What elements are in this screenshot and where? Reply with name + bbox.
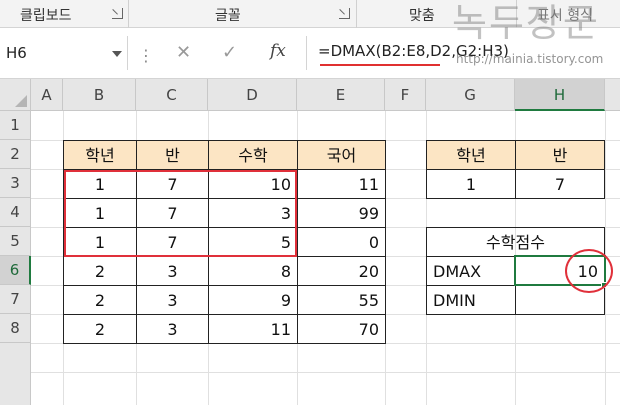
- table-cell[interactable]: 55: [297, 285, 386, 315]
- check-icon[interactable]: ✓: [222, 42, 237, 63]
- watermark-url: http://mainia.tistory.com: [456, 52, 604, 66]
- table-cell[interactable]: 70: [297, 314, 386, 344]
- formula-bar-divider: [306, 36, 307, 70]
- criteria-header-cell[interactable]: 반: [515, 140, 605, 170]
- row-header-6[interactable]: 6: [0, 256, 31, 285]
- column-header-e[interactable]: E: [297, 79, 385, 111]
- dialog-launcher-icon[interactable]: [339, 8, 350, 19]
- table-cell[interactable]: 2: [63, 285, 137, 315]
- criteria-value-cell[interactable]: 7: [515, 169, 605, 199]
- dialog-launcher-icon[interactable]: [112, 8, 123, 19]
- table-cell[interactable]: 0: [297, 227, 386, 257]
- criteria-header-cell[interactable]: 학년: [426, 140, 516, 170]
- table-cell[interactable]: 8: [208, 256, 298, 286]
- table-cell[interactable]: 2: [63, 314, 137, 344]
- name-box-value: H6: [6, 44, 27, 62]
- drag-handle-icon[interactable]: ⋮: [138, 46, 154, 65]
- ribbon-group-label: 맞춤: [409, 8, 435, 24]
- ribbon-group-label: 클립보드: [20, 8, 72, 24]
- table-header-cell[interactable]: 반: [136, 140, 209, 170]
- criteria-value-cell[interactable]: 1: [426, 169, 516, 199]
- table-cell[interactable]: 20: [297, 256, 386, 286]
- ribbon-group-clipboard: 클립보드: [0, 0, 129, 28]
- row-header-3[interactable]: 3: [0, 169, 31, 198]
- column-header-f[interactable]: F: [385, 79, 426, 111]
- table-cell[interactable]: 2: [63, 256, 137, 286]
- column-header-d[interactable]: D: [208, 79, 297, 111]
- watermark-logo: 녹두장군: [452, 1, 600, 45]
- name-box[interactable]: H6: [0, 36, 128, 70]
- table-cell[interactable]: 99: [297, 198, 386, 228]
- table-header-cell[interactable]: 학년: [63, 140, 137, 170]
- table-cell[interactable]: 3: [136, 285, 209, 315]
- column-header-c[interactable]: C: [136, 79, 208, 111]
- chevron-down-icon[interactable]: [112, 51, 122, 57]
- ribbon-group-label: 글꼴: [215, 8, 241, 24]
- row-header-5[interactable]: 5: [0, 227, 31, 256]
- table-header-cell[interactable]: 국어: [297, 140, 386, 170]
- column-header-h[interactable]: H: [515, 79, 605, 111]
- formula-underline-annotation: [320, 64, 440, 66]
- ribbon-group-font: 글꼴: [129, 0, 357, 28]
- highlight-box-annotation: [64, 170, 297, 257]
- gridline: [31, 372, 620, 373]
- table-cell[interactable]: 11: [208, 314, 298, 344]
- column-header-b[interactable]: B: [63, 79, 136, 111]
- table-header-cell[interactable]: 수학: [208, 140, 298, 170]
- column-header-g[interactable]: G: [426, 79, 515, 111]
- table-cell[interactable]: 9: [208, 285, 298, 315]
- select-all-button[interactable]: [0, 79, 31, 111]
- table-cell[interactable]: 11: [297, 169, 386, 199]
- insert-function-icon[interactable]: fx: [270, 41, 286, 61]
- column-header-next[interactable]: [605, 79, 620, 111]
- spreadsheet-grid: A B C D E F G H 1 2 3 4 5 6 7 8 학년 반 수학 …: [0, 79, 620, 405]
- highlight-circle-annotation: [565, 249, 613, 293]
- column-header-a[interactable]: A: [31, 79, 63, 111]
- row-header-2[interactable]: 2: [0, 140, 31, 169]
- table-cell[interactable]: 3: [136, 256, 209, 286]
- result-label-cell[interactable]: DMIN: [426, 285, 516, 315]
- result-label-cell[interactable]: DMAX: [426, 256, 516, 286]
- row-header-4[interactable]: 4: [0, 198, 31, 227]
- row-header-7[interactable]: 7: [0, 285, 31, 314]
- cancel-icon[interactable]: ✕: [176, 42, 191, 63]
- row-header-8[interactable]: 8: [0, 314, 31, 343]
- table-cell[interactable]: 3: [136, 314, 209, 344]
- row-header-1[interactable]: 1: [0, 111, 31, 140]
- row-header-9[interactable]: [0, 343, 31, 405]
